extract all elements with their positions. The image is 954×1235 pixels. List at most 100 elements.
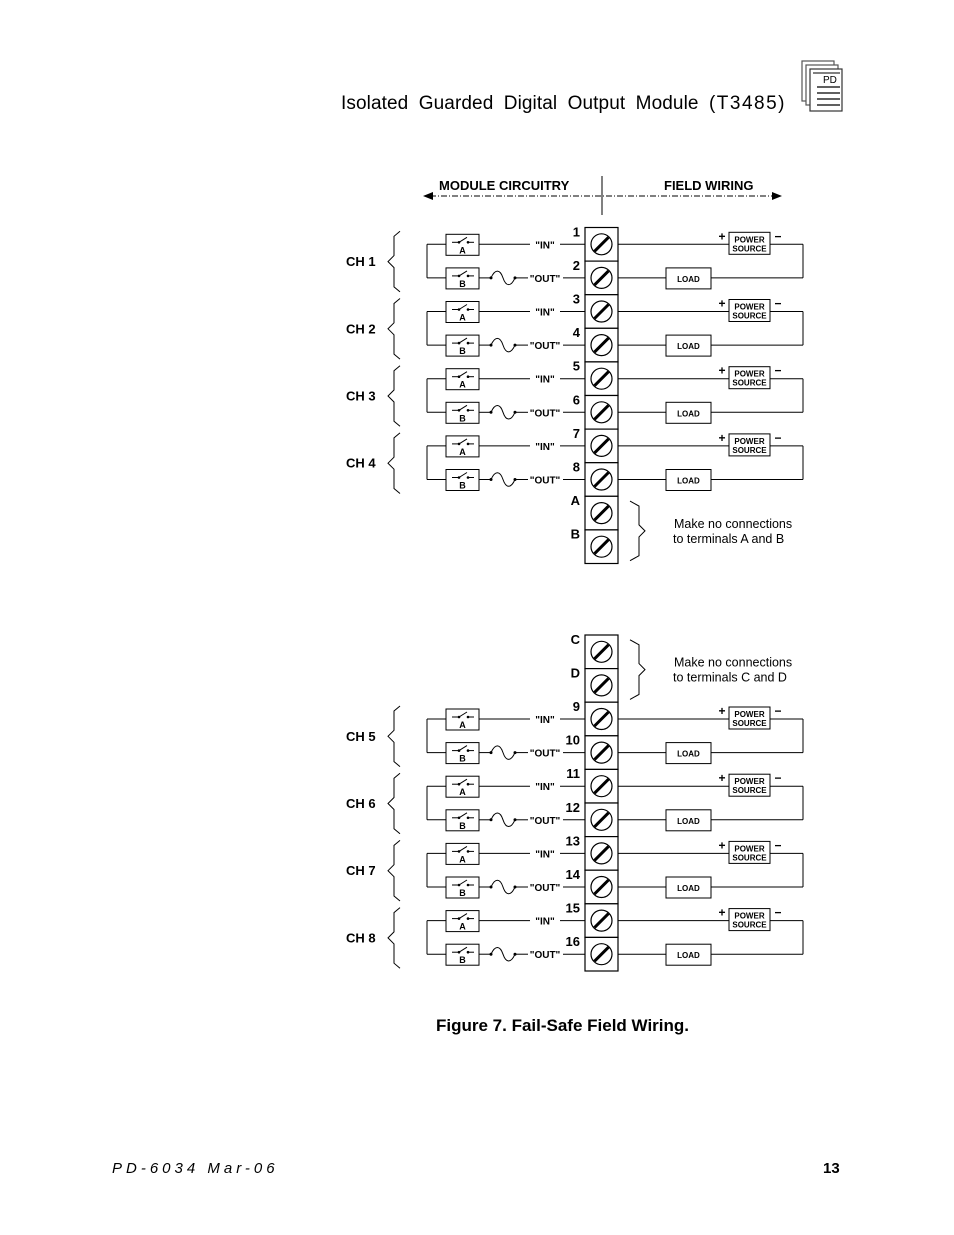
minus-sign: −	[774, 431, 781, 445]
out-label: "OUT"	[530, 749, 561, 760]
fuse-icon	[490, 879, 516, 895]
power-source-label: SOURCE	[732, 379, 767, 388]
in-label: "IN"	[535, 240, 555, 251]
channel-ch3: CH 3 A B "IN" "OUT" 5 6 POWERSOURCE + − LOAD	[346, 359, 804, 430]
terminal-number: 12	[566, 800, 580, 815]
power-source-label: SOURCE	[732, 312, 767, 321]
terminal-8	[584, 462, 619, 497]
load-label: LOAD	[677, 342, 700, 351]
switch-label: B	[459, 754, 466, 764]
terminal-number: 13	[566, 833, 580, 848]
switch-a: A	[445, 368, 480, 391]
minus-sign: −	[774, 704, 781, 718]
bracket-icon	[387, 705, 401, 767]
channel-ch6: CH 6 A B "IN" "OUT" 11 12 POWERSOURCE + − LOAD	[346, 766, 804, 838]
terminal-number: 8	[573, 460, 580, 475]
no-connection-note: to terminals A and B	[673, 532, 784, 546]
no-connection-note: to terminals C and D	[673, 671, 787, 685]
switch-label: A	[459, 447, 466, 457]
out-label: "OUT"	[530, 816, 561, 827]
minus-sign: −	[774, 229, 781, 243]
switch-a: A	[445, 775, 480, 798]
power-source-label: SOURCE	[732, 921, 767, 930]
load-label: LOAD	[677, 817, 700, 826]
fuse-icon	[490, 472, 516, 487]
switch-label: B	[459, 821, 466, 831]
channel-label: CH 8	[346, 930, 376, 945]
switch-label: A	[459, 380, 466, 390]
switch-a: A	[445, 708, 480, 731]
terminal-c	[584, 634, 619, 670]
load-label: LOAD	[677, 409, 700, 418]
out-label: "OUT"	[530, 883, 561, 894]
terminal-block-group-1: CH 1AB"IN""OUT"12POWERSOURCE+ −LOADCH 2AB…	[346, 224, 804, 565]
switch-a: A	[445, 842, 480, 865]
switch-a: A	[445, 910, 480, 933]
out-label: "OUT"	[530, 408, 561, 419]
bracket-icon	[629, 639, 646, 700]
terminal-15	[584, 903, 619, 938]
terminal-a	[584, 495, 619, 531]
switch-label: B	[459, 888, 466, 898]
power-source-label: POWER	[734, 777, 764, 786]
switch-a: A	[445, 233, 480, 256]
no-connection-note: Make no connections	[674, 656, 792, 670]
figure-caption: Figure 7. Fail-Safe Field Wiring.	[436, 1016, 689, 1035]
circuitry-banner: MODULE CIRCUITRY FIELD WIRING	[423, 176, 782, 215]
switch-b: B	[445, 334, 480, 357]
terminal-16	[584, 936, 619, 972]
switch-label: A	[459, 854, 466, 864]
terminal-10	[584, 735, 619, 770]
terminal-number: 16	[566, 934, 580, 949]
terminal-number: 10	[566, 733, 580, 748]
power-source-label: POWER	[734, 844, 764, 853]
channel-label: CH 3	[346, 389, 376, 404]
terminal-7	[584, 428, 619, 464]
channel-label: CH 7	[346, 863, 376, 878]
terminal-11	[584, 768, 619, 804]
terminal-number: 2	[573, 258, 580, 273]
switch-label: B	[459, 413, 466, 423]
power-source-label: POWER	[734, 303, 764, 312]
switch-label: A	[459, 787, 466, 797]
terminal-5	[584, 361, 619, 397]
bracket-icon	[387, 298, 401, 360]
switch-b: B	[445, 469, 480, 491]
fuse-icon	[490, 745, 516, 760]
terminal-number: 9	[573, 699, 580, 714]
terminal-14	[584, 869, 619, 905]
field-wiring-label: FIELD WIRING	[664, 178, 754, 193]
in-label: "IN"	[535, 782, 555, 793]
terminal-2	[584, 260, 619, 296]
channel-label: CH 5	[346, 729, 376, 744]
plus-sign: +	[718, 229, 725, 243]
terminal-number: B	[571, 527, 580, 542]
bracket-icon	[387, 907, 401, 969]
fuse-icon	[490, 405, 516, 420]
terminal-b	[584, 529, 619, 565]
load-label: LOAD	[677, 275, 700, 284]
terminal-13	[584, 835, 619, 871]
out-label: "OUT"	[530, 341, 561, 352]
in-label: "IN"	[535, 849, 555, 860]
plus-sign: +	[718, 906, 725, 920]
channel-label: CH 1	[346, 254, 376, 269]
power-source-label: POWER	[734, 437, 764, 446]
terminal-number: 11	[566, 766, 580, 781]
channel-label: CH 6	[346, 796, 376, 811]
in-label: "IN"	[535, 442, 555, 453]
switch-b: B	[445, 943, 480, 966]
footer-doc-id: PD-6034 Mar-06	[112, 1160, 279, 1177]
switch-label: A	[459, 720, 466, 730]
load-label: LOAD	[677, 951, 700, 960]
module-circuitry-label: MODULE CIRCUITRY	[439, 178, 570, 193]
plus-sign: +	[718, 771, 725, 785]
terminal-number: C	[571, 632, 581, 647]
terminal-6	[584, 394, 619, 430]
terminal-number: 14	[566, 867, 581, 882]
plus-sign: +	[718, 431, 725, 445]
power-source-label: POWER	[734, 370, 764, 379]
bracket-icon	[387, 840, 401, 902]
load-label: LOAD	[677, 884, 700, 893]
terminal-number: 1	[573, 224, 580, 239]
